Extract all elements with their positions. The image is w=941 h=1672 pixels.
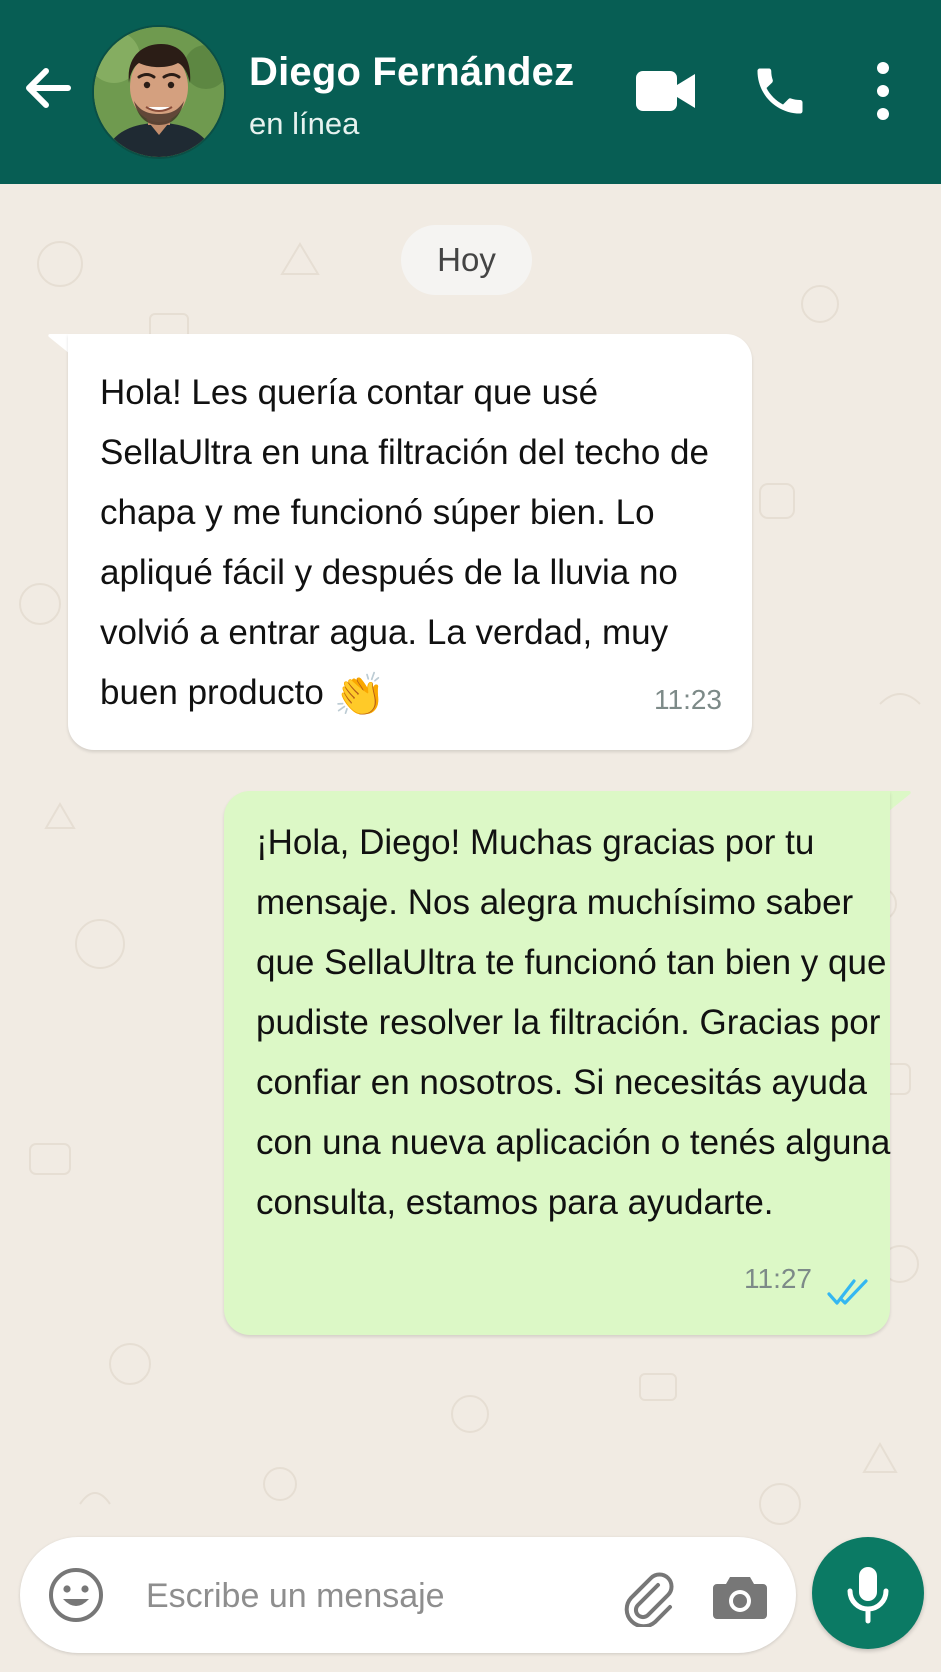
message-composer — [20, 1537, 796, 1653]
emoji-button[interactable] — [46, 1565, 106, 1625]
contact-status: en línea — [249, 106, 360, 141]
message-time: 11:23 — [654, 684, 722, 715]
video-call-icon — [636, 71, 695, 111]
read-receipt-icon — [827, 1279, 868, 1305]
contact-name[interactable]: Diego Fernández — [249, 50, 574, 95]
message-input[interactable] — [144, 1567, 608, 1625]
clapping-hands-emoji: 👏 — [333, 670, 386, 718]
incoming-message[interactable]: Hola! Les quería contar que usé SellaUlt… — [68, 334, 752, 750]
message-time: 11:27 — [744, 1263, 812, 1294]
paperclip-icon — [624, 1572, 674, 1629]
video-call-button[interactable] — [634, 56, 698, 126]
message-text: Hola! Les quería contar que usé SellaUlt… — [100, 363, 740, 725]
voice-call-icon — [757, 68, 803, 114]
outgoing-bubble-tail — [889, 791, 911, 811]
avatar-image — [94, 27, 224, 157]
voice-call-button[interactable] — [750, 56, 810, 126]
message-text-body: Hola! Les quería contar que usé SellaUlt… — [100, 373, 709, 712]
date-separator: Hoy — [401, 225, 532, 295]
camera-button[interactable] — [710, 1567, 770, 1625]
camera-icon — [713, 1577, 767, 1619]
microphone-icon — [847, 1567, 889, 1624]
contact-avatar[interactable] — [92, 25, 226, 159]
chat-header: Diego Fernández en línea — [0, 0, 941, 184]
emoji-icon — [49, 1568, 103, 1622]
message-text: ¡Hola, Diego! Muchas gracias por tu mens… — [256, 823, 891, 1222]
more-options-button[interactable] — [866, 56, 900, 126]
attach-button[interactable] — [618, 1567, 678, 1629]
back-arrow-icon — [26, 68, 71, 108]
back-button[interactable] — [20, 60, 76, 116]
outgoing-message[interactable]: ¡Hola, Diego! Muchas gracias por tu mens… — [224, 791, 890, 1335]
incoming-bubble-tail — [48, 334, 70, 354]
more-options-icon — [877, 62, 889, 120]
voice-message-button[interactable] — [812, 1537, 924, 1649]
